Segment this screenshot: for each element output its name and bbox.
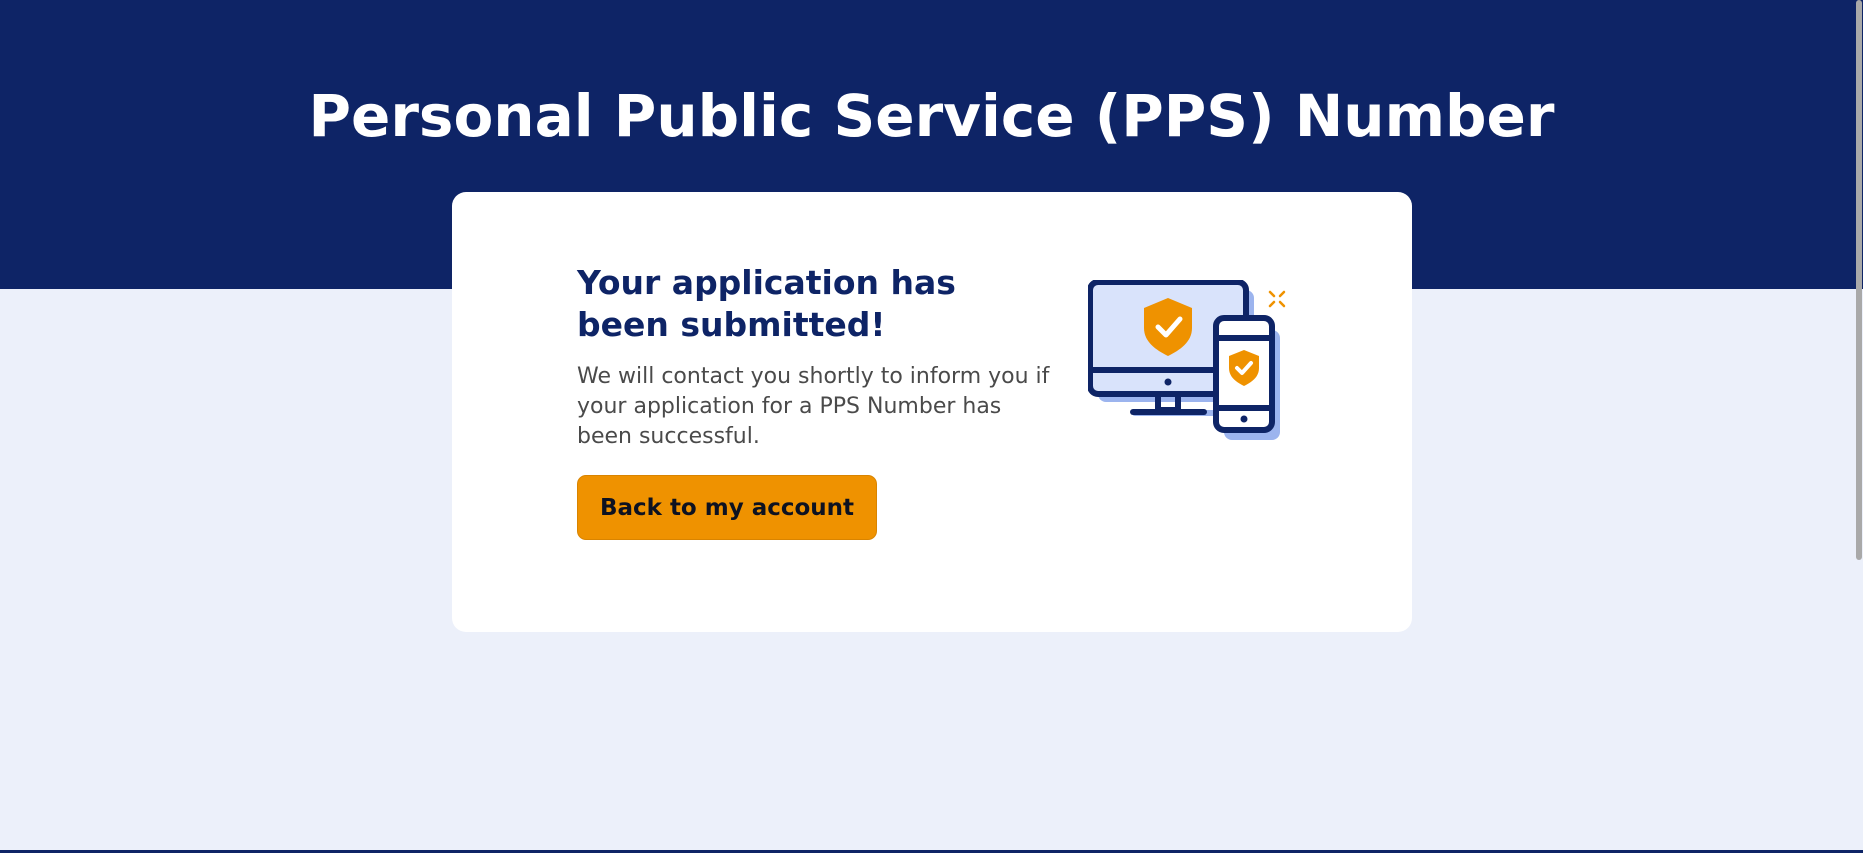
scrollbar-thumb[interactable] [1856,0,1862,560]
confirmation-heading: Your application has been submitted! [577,263,956,344]
confirmation-message: We will contact you shortly to inform yo… [577,364,1050,449]
devices-security-check-icon [1087,279,1298,440]
page-scrollbar[interactable] [1853,0,1863,853]
back-to-account-button[interactable]: Back to my account [577,475,877,540]
confirmation-card: Your application has been submitted! We … [452,192,1412,632]
page-title: Personal Public Service (PPS) Number [308,82,1555,150]
